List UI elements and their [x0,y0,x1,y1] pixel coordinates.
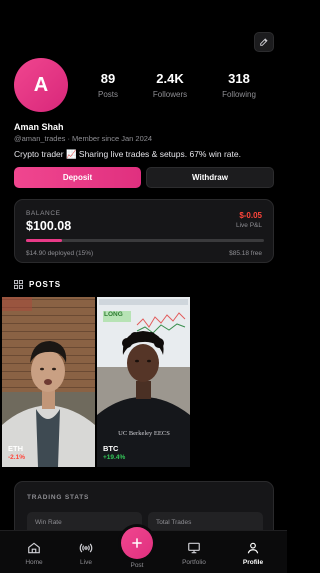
stat-value: 318 [228,71,250,86]
followers-count-stat[interactable]: 2.4K Followers [140,71,200,99]
new-post-button[interactable] [121,527,153,559]
deployed-amount: $14.90 deployed (15%) [26,250,94,257]
profile-handle: @aman_trades · Member since Jan 2024 [14,134,153,143]
posts-count-stat[interactable]: 89 Posts [78,71,138,99]
tab-profile[interactable]: Profile [233,541,273,566]
stat-value: 89 [100,71,116,86]
withdraw-button[interactable]: Withdraw [146,167,274,188]
tab-label: Portfolio [182,559,206,566]
profile-bio: Crypto trader 📈 Sharing live trades & se… [14,149,241,159]
post-change: +19.4% [103,454,126,461]
live-pnl-value: $-0.05 [239,211,262,220]
tab-label: Live [80,559,92,566]
avatar[interactable]: A [14,58,68,112]
monitor-icon [188,542,200,554]
cell-label: Win Rate [35,519,62,526]
grid-icon [14,280,23,289]
tab-portfolio[interactable]: Portfolio [174,541,214,566]
shirt-text: UC Berkeley EECS [118,430,170,437]
profile-name: Aman Shah [14,122,64,132]
free-amount: $85.18 free [229,250,262,257]
new-post-label: Post [130,562,144,569]
trading-stats-title: TRADING STATS [27,494,90,501]
person-icon [247,542,259,554]
following-count-stat[interactable]: 318 Following [209,71,269,99]
balance-label: BALANCE [26,210,61,217]
stat-value: 2.4K [156,71,184,86]
broadcast-icon [79,543,93,553]
post-ticker: ETH [8,444,23,453]
deployed-progress-fill [26,239,62,242]
posts-title: POSTS [29,280,62,289]
balance-value: $100.08 [26,219,72,233]
tab-live[interactable]: Live [66,541,106,566]
avatar-initial: A [33,73,49,96]
person-photo [97,297,190,467]
balance-card: BALANCE $100.08 $-0.05 Live P&L $14.90 d… [14,199,274,263]
tab-label: Profile [242,559,264,566]
post-ticker: BTC [103,444,119,453]
post-change: -2.1% [8,454,25,461]
deployed-progress-bar [26,239,264,242]
posts-section-header: POSTS [14,280,61,289]
post-thumbnail[interactable]: ETH -2.1% [2,297,95,467]
edit-icon [260,38,268,46]
edit-profile-button[interactable] [254,32,274,52]
post-thumbnail[interactable]: LONG UC Berkeley EECS BTC +19.4% [97,297,190,467]
tab-home[interactable]: Home [14,541,54,566]
cell-label: Total Trades [156,519,192,526]
live-pnl-label: Live P&L [235,222,262,229]
plus-icon [132,538,142,548]
stat-label: Posts [97,90,118,99]
stat-label: Followers [152,90,188,99]
person-photo [2,297,95,467]
home-icon [28,542,40,554]
tab-label: Home [25,559,43,566]
stat-label: Following [222,90,256,99]
long-badge: LONG [104,311,123,318]
deposit-button[interactable]: Deposit [14,167,141,188]
